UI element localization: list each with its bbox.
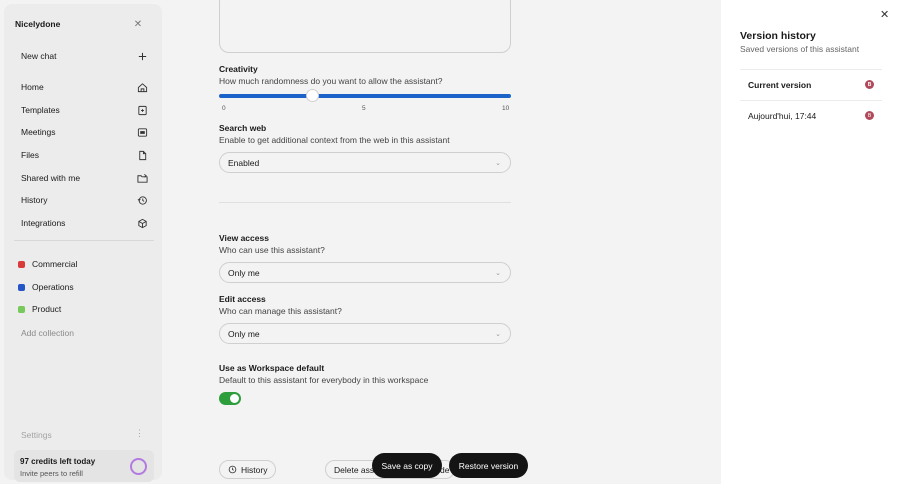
sidebar-item-label: New chat	[21, 51, 57, 61]
search-web-select[interactable]: Enabled ⌄	[219, 152, 511, 173]
version-row-current[interactable]: Current version B	[740, 69, 882, 99]
collection-label: Operations	[32, 282, 74, 292]
collection-commercial[interactable]: Commercial	[18, 257, 77, 271]
panel-title: Version history	[740, 30, 816, 42]
sidebar-item-label: Files	[21, 150, 39, 160]
sidebar-item-files[interactable]: Files	[14, 146, 148, 164]
workspace-name[interactable]: Nicelydone	[15, 19, 60, 29]
edit-access-title: Edit access	[219, 294, 266, 304]
slider-tick-label: 5	[362, 105, 366, 112]
chevron-down-icon: ⌄	[495, 159, 501, 167]
templates-icon	[136, 104, 148, 116]
version-author-badge: B	[865, 80, 874, 89]
section-divider	[219, 202, 511, 203]
credits-progress-ring-icon	[130, 458, 147, 475]
history-button[interactable]: History	[219, 460, 277, 479]
settings-link[interactable]: Settings	[21, 430, 52, 440]
assistant-settings: Creativity How much randomness do you wa…	[165, 0, 720, 484]
view-access-subtitle: Who can use this assistant?	[219, 245, 325, 255]
collection-label: Product	[32, 304, 62, 314]
version-history-panel: ✕ Version history Saved versions of this…	[721, 0, 900, 484]
sidebar-item-shared[interactable]: Shared with me	[14, 169, 148, 187]
search-web-title: Search web	[219, 123, 267, 133]
sidebar-item-templates[interactable]: Templates	[14, 101, 148, 119]
sidebar-item-integrations[interactable]: Integrations	[14, 214, 148, 232]
credits-card[interactable]: 97 credits left today Invite peers to re…	[14, 450, 154, 482]
collection-color-dot	[18, 305, 25, 313]
creativity-subtitle: How much randomness do you want to allow…	[219, 76, 443, 86]
version-label: Current version	[748, 79, 812, 90]
collection-label: Commercial	[32, 259, 78, 269]
sidebar-item-history[interactable]: History	[14, 191, 148, 209]
history-icon	[228, 465, 237, 474]
meetings-icon	[136, 126, 148, 138]
sidebar-item-home[interactable]: Home	[14, 78, 148, 96]
workspace-default-toggle[interactable]	[219, 392, 241, 405]
select-value: Only me	[228, 328, 260, 339]
delete-button-label: Delete assi	[334, 464, 377, 475]
version-author-badge: B	[865, 111, 874, 120]
creativity-slider-thumb[interactable]	[305, 89, 319, 102]
edit-access-select[interactable]: Only me ⌄	[219, 323, 511, 344]
slider-tick-label: 0	[222, 105, 226, 112]
edit-access-subtitle: Who can manage this assistant?	[219, 306, 342, 316]
view-access-title: View access	[219, 233, 269, 243]
version-label: Aujourd'hui, 17:44	[748, 110, 817, 121]
sidebar-divider	[14, 240, 154, 241]
sidebar-item-label: Integrations	[21, 218, 66, 228]
close-icon[interactable]: ✕	[880, 8, 889, 21]
sidebar-item-label: History	[21, 195, 48, 205]
select-value: Enabled	[228, 157, 260, 168]
collection-color-dot	[18, 283, 25, 291]
save-as-copy-button[interactable]: Save as copy	[372, 453, 442, 478]
chevron-down-icon: ⌄	[495, 269, 501, 277]
add-collection-button[interactable]: Add collection	[21, 328, 74, 338]
history-icon	[136, 194, 148, 206]
more-options-icon[interactable]: ⋮	[135, 428, 144, 439]
sidebar-item-label: Meetings	[21, 127, 56, 137]
panel-subtitle: Saved versions of this assistant	[740, 44, 860, 54]
collection-operations[interactable]: Operations	[18, 280, 74, 294]
instructions-textarea[interactable]	[219, 0, 511, 53]
restore-version-button[interactable]: Restore version	[449, 453, 528, 478]
sidebar-item-label: Home	[21, 82, 44, 92]
collection-product[interactable]: Product	[18, 302, 61, 316]
shared-folder-icon	[136, 172, 148, 184]
chevron-down-icon: ⌄	[495, 330, 501, 338]
collection-color-dot	[18, 260, 25, 268]
sidebar-item-meetings[interactable]: Meetings	[14, 123, 148, 141]
home-icon	[136, 81, 148, 93]
creativity-title: Creativity	[219, 64, 258, 74]
new-chat-button[interactable]: New chat	[14, 47, 148, 65]
search-web-subtitle: Enable to get additional context from th…	[219, 135, 450, 145]
credits-title: 97 credits left today	[20, 457, 96, 466]
sidebar-item-label: Templates	[21, 105, 60, 115]
plus-icon	[136, 50, 148, 62]
file-icon	[136, 149, 148, 161]
sidebar-item-label: Shared with me	[21, 173, 81, 183]
select-value: Only me	[228, 267, 260, 278]
close-sidebar-icon[interactable]: ✕	[132, 18, 144, 30]
toggle-knob	[230, 394, 239, 403]
workspace-default-subtitle: Default to this assistant for everybody …	[219, 375, 429, 385]
version-row[interactable]: Aujourd'hui, 17:44 B	[740, 100, 882, 130]
sidebar: Nicelydone ✕ New chat Home Templates Mee…	[4, 4, 162, 482]
creativity-slider-track[interactable]	[219, 94, 511, 98]
workspace-default-title: Use as Workspace default	[219, 363, 325, 373]
credits-subtitle: Invite peers to refill	[20, 469, 83, 478]
integrations-icon	[136, 217, 148, 229]
slider-tick-label: 10	[502, 105, 510, 112]
view-access-select[interactable]: Only me ⌄	[219, 262, 511, 283]
history-button-label: History	[241, 464, 268, 475]
